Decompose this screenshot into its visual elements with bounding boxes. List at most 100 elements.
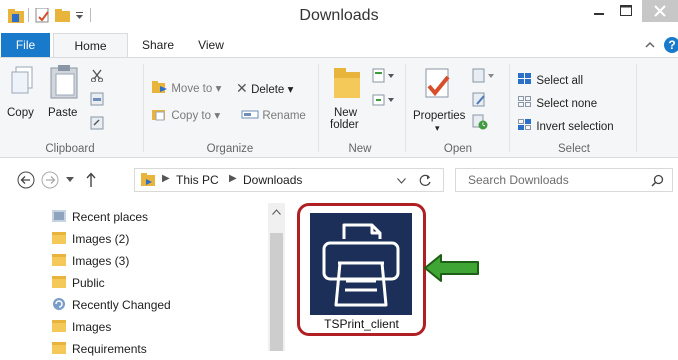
open-icon[interactable] <box>472 68 496 84</box>
printer-icon <box>322 223 400 307</box>
nav-item-recent-places[interactable]: Recent places <box>52 206 148 228</box>
select-group-label: Select <box>558 143 590 155</box>
paste-button[interactable]: Paste <box>45 64 85 119</box>
new-item-icon[interactable] <box>372 68 396 84</box>
breadcrumb-this-pc[interactable]: This PC <box>176 173 219 187</box>
maximize-icon[interactable] <box>615 0 637 22</box>
organize-group-label: Organize <box>206 143 254 155</box>
dropdown-arrow-icon: ▾ <box>287 84 294 96</box>
new-folder-button[interactable]: New folder <box>326 66 368 138</box>
open-group-label: Open <box>443 143 473 155</box>
ribbon: Copy Paste Clipboard Move to ▾ Copy to ▾… <box>0 57 678 158</box>
forward-icon[interactable] <box>41 171 59 189</box>
rename-button[interactable]: Rename <box>241 107 306 125</box>
folder-icon <box>52 342 66 354</box>
nav-label: Recent places <box>72 210 149 224</box>
copy-to-label: Copy to <box>171 110 211 122</box>
search-input[interactable]: Search Downloads <box>455 168 673 192</box>
paste-shortcut-icon[interactable] <box>90 116 104 130</box>
address-bar[interactable]: ▶ This PC ▶ Downloads <box>134 168 444 192</box>
up-icon[interactable] <box>86 172 96 188</box>
breadcrumb-downloads[interactable]: Downloads <box>243 173 302 187</box>
file-name: TSPrint_client <box>324 317 399 331</box>
invert-selection-icon <box>518 119 531 130</box>
properties-label: Properties <box>413 110 466 122</box>
move-to-label: Move to <box>171 83 213 95</box>
tab-share[interactable]: Share <box>135 33 181 57</box>
minimize-icon[interactable] <box>588 0 610 22</box>
copy-label: Copy <box>7 107 34 119</box>
close-button[interactable] <box>642 0 678 22</box>
nav-label: Images <box>72 320 112 334</box>
select-none-button[interactable]: Select none <box>518 96 597 112</box>
window-title: Downloads <box>299 7 379 24</box>
recent-locations-icon[interactable] <box>66 177 74 183</box>
delete-label: Delete <box>251 84 285 96</box>
navigation-pane: Recent places Images (2) Images (3) Publ… <box>0 203 285 356</box>
breadcrumb-chevron-icon[interactable]: ▶ <box>229 173 237 184</box>
select-all-icon <box>518 73 531 84</box>
history-icon[interactable] <box>472 114 488 130</box>
nav-label: Public <box>72 276 105 290</box>
back-icon[interactable] <box>17 171 35 189</box>
dropdown-arrow-icon: ▾ <box>214 110 221 122</box>
search-placeholder: Search Downloads <box>468 173 569 187</box>
search-icon <box>651 174 664 187</box>
copy-button[interactable]: Copy <box>6 64 40 119</box>
title-bar: Downloads <box>0 0 678 33</box>
breadcrumb-chevron-icon[interactable]: ▶ <box>162 173 170 184</box>
copy-to-button[interactable]: Copy to ▾ <box>152 107 220 125</box>
recent-places-icon <box>52 210 66 222</box>
group-separator <box>405 64 406 152</box>
nav-item-public[interactable]: Public <box>52 272 105 294</box>
edit-icon[interactable] <box>472 92 488 108</box>
new-folder-label-line2: folder <box>330 119 359 131</box>
nav-item-images-2[interactable]: Images (2) <box>52 228 129 250</box>
tab-file[interactable]: File <box>1 33 50 57</box>
nav-item-recently-changed[interactable]: Recently Changed <box>52 294 171 316</box>
nav-label: Requirements <box>72 342 147 356</box>
folder-icon <box>52 254 66 266</box>
pointer-arrow-icon <box>424 254 479 282</box>
group-separator <box>636 64 637 152</box>
group-separator <box>318 64 319 152</box>
invert-selection-button[interactable]: Invert selection <box>518 119 614 135</box>
folder-icon <box>52 320 66 332</box>
copy-path-icon[interactable] <box>90 92 104 106</box>
select-all-button[interactable]: Select all <box>518 73 583 89</box>
nav-item-images-3[interactable]: Images (3) <box>52 250 129 272</box>
new-folder-icon <box>334 68 360 98</box>
tab-home[interactable]: Home <box>53 33 128 57</box>
file-item-tsprint-client[interactable] <box>310 213 412 315</box>
rename-label: Rename <box>262 110 306 122</box>
move-to-button[interactable]: Move to ▾ <box>152 80 221 98</box>
folder-icon <box>52 276 66 288</box>
collapse-ribbon-icon[interactable] <box>645 41 655 49</box>
ribbon-tabs: File Home Share View ? <box>0 33 678 57</box>
cut-icon[interactable] <box>90 68 104 82</box>
group-separator <box>143 64 144 152</box>
tab-view[interactable]: View <box>188 33 234 57</box>
easy-access-icon[interactable] <box>372 92 396 108</box>
select-all-label: Select all <box>536 75 584 87</box>
copy-icon <box>11 66 33 94</box>
clipboard-group-label: Clipboard <box>45 143 95 155</box>
refresh-icon[interactable] <box>419 174 432 187</box>
recently-changed-icon <box>53 298 65 310</box>
address-dropdown-icon[interactable] <box>397 178 406 184</box>
scroll-up-icon[interactable] <box>272 209 281 215</box>
help-icon[interactable]: ? <box>664 37 678 53</box>
select-none-label: Select none <box>536 98 598 110</box>
paste-icon <box>50 65 78 99</box>
delete-button[interactable]: ✕ Delete ▾ <box>236 80 293 98</box>
dropdown-arrow-icon: ▾ <box>435 123 440 133</box>
properties-button[interactable]: Properties ▾ <box>412 66 466 138</box>
properties-icon <box>425 68 450 98</box>
nav-item-images[interactable]: Images <box>52 316 111 338</box>
delete-icon: ✕ <box>236 80 248 96</box>
dropdown-arrow-icon: ▾ <box>215 83 222 95</box>
close-icon <box>654 5 666 17</box>
nav-scrollbar-thumb[interactable] <box>270 233 283 351</box>
nav-item-requirements[interactable]: Requirements <box>52 338 147 360</box>
folder-icon <box>52 232 66 244</box>
